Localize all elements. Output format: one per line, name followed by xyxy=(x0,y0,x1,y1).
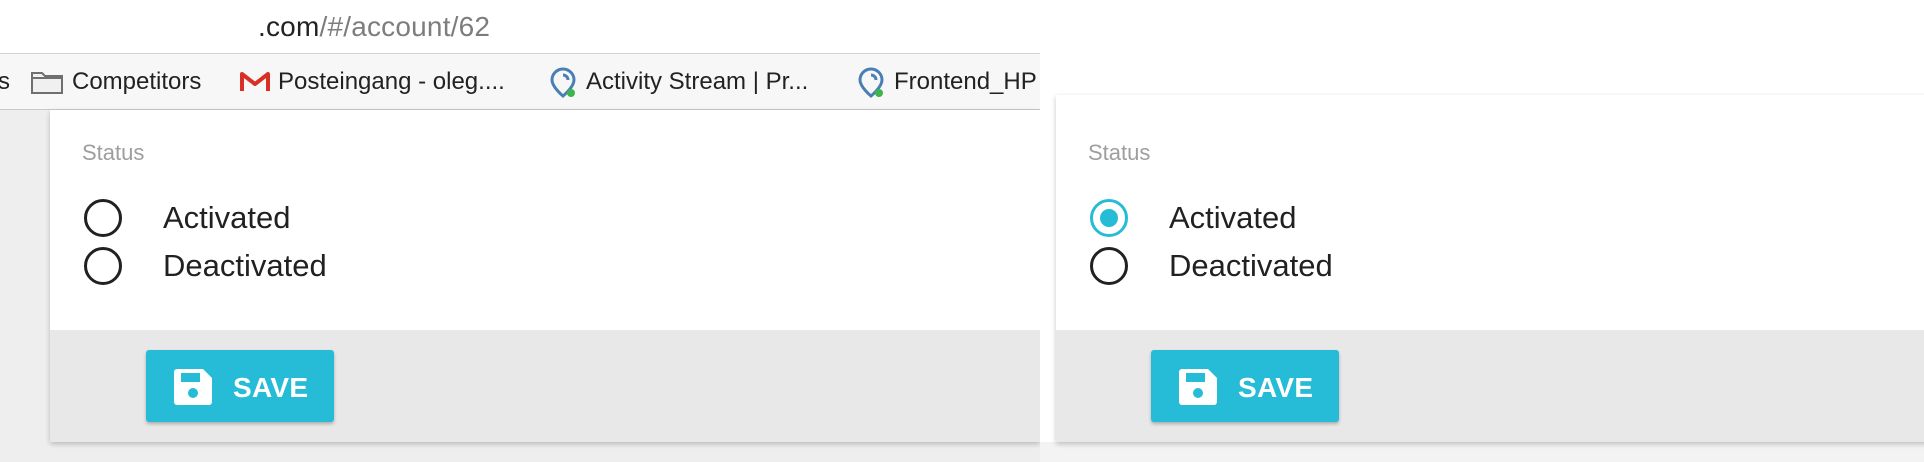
radio-button[interactable] xyxy=(1090,247,1128,285)
url-text[interactable]: .com/#/account/62 xyxy=(258,11,490,43)
bookmark-label: Frontend_HP xyxy=(894,68,1037,95)
bookmark-label: s xyxy=(0,68,10,95)
radio-label: Deactivated xyxy=(163,248,327,283)
save-button[interactable]: SAVE xyxy=(146,350,334,422)
radio-option-activated[interactable]: Activated xyxy=(84,198,291,238)
page-background-bottom xyxy=(1040,442,1924,462)
bookmark-label: Posteingang - oleg.... xyxy=(278,68,505,95)
radio-button-selected[interactable] xyxy=(1090,199,1128,237)
gmail-icon xyxy=(240,72,270,91)
bookmark-partial[interactable]: s xyxy=(0,67,10,97)
url-path: /#/account/62 xyxy=(319,11,491,42)
page-background-bottom xyxy=(0,442,1040,462)
address-bar[interactable]: .com/#/account/62 xyxy=(0,0,1040,53)
bookmarks-bar: s Competitors Posteingang - oleg.... Act… xyxy=(0,53,1040,110)
pin-icon xyxy=(550,67,576,98)
radio-option-deactivated[interactable]: Deactivated xyxy=(84,246,327,286)
status-label: Status xyxy=(82,140,145,165)
bookmark-frontend-hp[interactable]: Frontend_HP xyxy=(856,67,1037,98)
right-screenshot-panel: Status Activated Deactivated SAVE xyxy=(1040,0,1924,462)
left-screenshot-panel: .com/#/account/62 s Competitors Posteing… xyxy=(0,0,1040,462)
radio-label: Deactivated xyxy=(1169,248,1333,283)
radio-button[interactable] xyxy=(84,199,122,237)
status-label: Status xyxy=(1088,140,1151,165)
bookmark-label: Competitors xyxy=(72,68,202,95)
save-label: SAVE xyxy=(1238,372,1314,403)
floppy-disk-icon xyxy=(1179,369,1217,405)
radio-option-activated[interactable]: Activated xyxy=(1090,198,1297,238)
radio-option-deactivated[interactable]: Deactivated xyxy=(1090,246,1333,286)
status-form-card: Status Activated Deactivated SAVE xyxy=(1056,95,1924,442)
save-label: SAVE xyxy=(233,372,309,403)
url-domain: .com xyxy=(258,11,320,42)
card-footer: SAVE xyxy=(1056,330,1924,442)
pin-icon xyxy=(858,67,884,98)
folder-icon xyxy=(31,72,63,94)
radio-button[interactable] xyxy=(84,247,122,285)
bookmark-label: Activity Stream | Pr... xyxy=(586,68,809,95)
bookmark-posteingang[interactable]: Posteingang - oleg.... xyxy=(240,67,505,97)
status-form-card: Status Activated Deactivated SAVE xyxy=(50,110,1040,442)
bookmark-competitors[interactable]: Competitors xyxy=(30,67,201,97)
radio-label: Activated xyxy=(1169,200,1297,235)
radio-label: Activated xyxy=(163,200,291,235)
bookmark-activity-stream[interactable]: Activity Stream | Pr... xyxy=(548,67,809,98)
card-footer: SAVE xyxy=(50,330,1040,442)
save-button[interactable]: SAVE xyxy=(1151,350,1339,422)
floppy-disk-icon xyxy=(174,369,212,405)
